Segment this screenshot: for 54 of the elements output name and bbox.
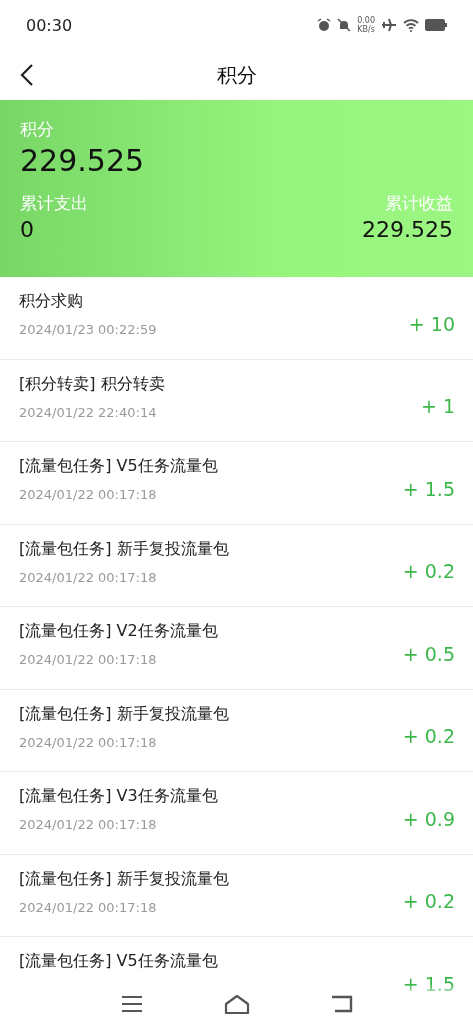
earned-label: 累计收益 [385,192,453,215]
record-date: 2024/01/22 00:17:18 [19,487,158,502]
record-row[interactable]: [流量包任务] V2任务流量包 2024/01/22 00:17:18 + 0.5 [0,607,473,690]
points-value: 229.525 [20,143,146,178]
record-title: [流量包任务] V3任务流量包 [19,786,218,807]
wifi-icon [403,18,419,32]
record-amount: + 0.2 [402,724,455,748]
back-nav-icon[interactable] [330,995,353,1013]
speed-value: 0.00 [357,16,375,25]
record-amount: + 1 [420,394,455,418]
record-amount: + 10 [408,311,455,335]
airplane-icon [381,18,397,32]
record-row[interactable]: 积分求购 2024/01/23 00:22:59 + 10 [0,277,473,360]
record-amount: + 0.2 [402,559,455,583]
record-date: 2024/01/22 00:17:18 [19,569,158,585]
record-title: [流量包任务] 新手复投流量包 [19,868,229,890]
record-row[interactable]: [积分转卖] 积分转卖 2024/01/22 22:40:14 + 1 [0,359,473,442]
home-icon[interactable] [223,994,250,1014]
speed-unit: KB/s [357,25,375,34]
spent-label: 累计支出 [20,192,88,215]
record-date: 2024/01/22 00:17:18 [19,734,158,750]
record-row[interactable]: [流量包任务] 新手复投流量包 2024/01/22 00:17:18 + 0.2 [0,854,473,937]
record-row[interactable]: [流量包任务] 新手复投流量包 2024/01/22 00:17:18 + 0.2 [0,689,473,772]
record-date: 2024/01/22 22:40:14 [19,404,158,420]
record-title: [流量包任务] V5任务流量包 [19,951,218,972]
page-title: 积分 [216,61,257,89]
mute-bell-icon [337,18,352,32]
record-amount: + 0.2 [402,889,455,913]
record-date: 2024/01/22 00:17:18 [19,899,158,915]
record-amount: + 1.5 [402,476,455,500]
record-row[interactable]: [流量包任务] V3任务流量包 2024/01/22 00:17:18 + 0.9 [0,772,473,855]
record-amount: + 0.5 [402,641,455,665]
record-amount: + 0.9 [402,806,455,830]
record-row[interactable]: [流量包任务] V5任务流量包 + 1.5 [0,937,473,1020]
points-label: 积分 [20,118,55,141]
record-title: [流量包任务] 新手复投流量包 [19,538,229,560]
alarm-icon [317,18,332,32]
record-amount: + 1.5 [402,971,455,995]
record-row[interactable]: [流量包任务] 新手复投流量包 2024/01/22 00:17:18 + 0.2 [0,524,473,607]
back-icon[interactable] [20,63,34,87]
record-title: [流量包任务] V5任务流量包 [19,456,218,477]
record-date: 2024/01/23 00:22:59 [19,322,157,337]
record-title: 积分求购 [19,291,84,312]
status-time: 00:30 [26,15,73,35]
record-date: 2024/01/22 00:17:18 [19,652,158,667]
battery-icon [425,19,447,31]
menu-icon[interactable] [120,995,143,1013]
spent-value: 0 [20,217,34,242]
record-date: 2024/01/22 00:17:18 [19,817,158,832]
record-title: [流量包任务] V2任务流量包 [19,621,218,642]
record-title: [积分转卖] 积分转卖 [19,373,165,395]
earned-value: 229.525 [362,217,453,242]
record-row[interactable]: [流量包任务] V5任务流量包 2024/01/22 00:17:18 + 1.5 [0,442,473,525]
record-title: [流量包任务] 新手复投流量包 [19,703,229,725]
